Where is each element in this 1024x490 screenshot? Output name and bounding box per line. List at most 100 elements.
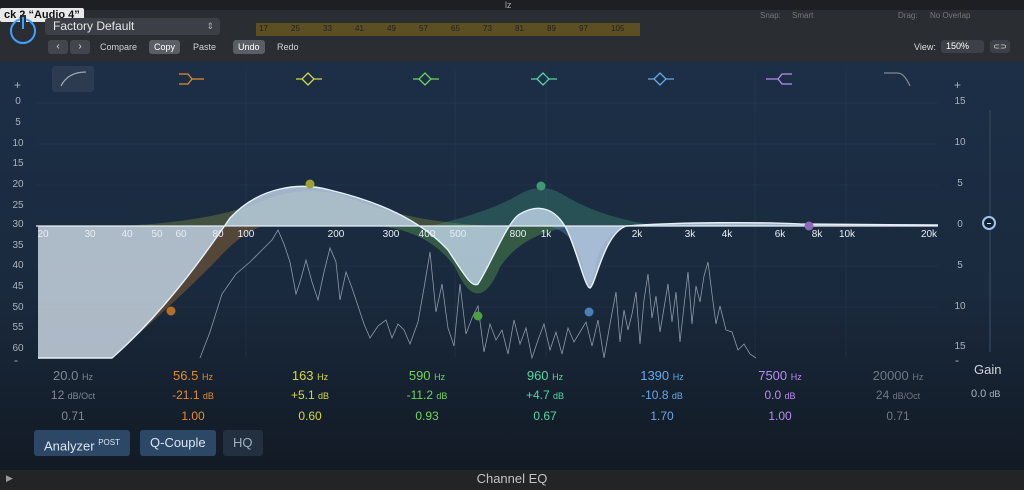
band-q[interactable]: 1.70 [650,409,673,423]
band-frequency-value: 20000 [872,368,909,383]
frequency-tick: 4k [721,229,733,240]
gain-value[interactable]: 0.0 dB [971,388,1000,400]
analyzer-post-badge: POST [98,438,120,447]
view-zoom-select[interactable]: 150% [941,40,984,53]
band-gain[interactable]: 0.0 dB [764,388,795,402]
band3-handle[interactable] [305,179,315,189]
gain-number: 0.0 [971,388,987,400]
ruler-mark: 65 [451,24,460,33]
band-gain-unit: dB [318,391,330,401]
q-couple-button[interactable]: Q-Couple [140,430,216,456]
band4-handle[interactable] [473,311,483,321]
gain-slider-track[interactable] [989,110,991,352]
band6-handle[interactable] [584,307,594,317]
undo-button[interactable]: Undo [233,40,265,54]
band-frequency[interactable]: 20.0 Hz [53,368,93,383]
snap-value[interactable]: Smart [792,11,813,20]
analyzer-label: Analyzer [44,438,95,454]
band-gain[interactable]: 12 dB/Oct [51,388,95,402]
frequency-tick: 500 [449,229,467,240]
band-gain-value: -21.1 [172,388,200,402]
band-q[interactable]: 0.93 [415,409,438,423]
band-frequency-unit: Hz [317,372,329,382]
band5-handle[interactable] [536,181,546,191]
frequency-tick: 20 [37,229,49,240]
band-frequency[interactable]: 960 Hz [527,368,563,383]
frequency-tick: 20k [920,229,938,240]
frequency-tick: 6k [774,229,786,240]
band-gain[interactable]: -11.2 dB [407,388,448,402]
ruler-mark: 17 [259,24,268,33]
band-q[interactable]: 1.00 [181,409,204,423]
ruler-mark: 97 [579,24,588,33]
channel-eq-panel: + - + - 0 5 10 15 20 25 30 35 40 45 50 55 60 15 10 5 0 5… [0,62,1024,470]
ruler-mark: 105 [611,24,625,33]
band-frequency[interactable]: 20000 Hz [873,368,924,383]
band-q[interactable]: 0.60 [298,409,321,423]
frequency-tick: 800 [509,229,527,240]
view-zoom-value: 150% [946,41,970,51]
band-frequency-value: 590 [408,368,431,383]
frequency-tick: 10k [838,229,856,240]
ruler-mark: 25 [291,24,300,33]
frequency-tick: 3k [684,229,696,240]
analyzer-button[interactable]: Analyzer POST [34,430,130,456]
band-gain[interactable]: +5.1 dB [291,388,329,402]
band-gain[interactable]: -10.8 dB [641,388,683,402]
band-frequency[interactable]: 590 Hz [409,368,445,383]
frequency-tick: 400 [418,229,436,240]
band-gain-unit: dB [553,391,565,401]
band-gain[interactable]: 24 dB/Oct [876,388,920,402]
ruler-mark: 89 [547,24,556,33]
paste-button[interactable]: Paste [188,40,221,54]
power-button[interactable] [10,17,36,44]
frequency-tick: 50 [151,229,163,240]
preset-select[interactable]: Factory Default ⇕ [45,18,220,35]
band-frequency[interactable]: 56.5 Hz [173,368,213,383]
band-q[interactable]: 0.71 [61,409,84,423]
frequency-tick: 60 [175,229,187,240]
drag-value[interactable]: No Overlap [930,11,970,20]
band-frequency[interactable]: 1390 Hz [640,368,684,383]
band-frequency-value: 20.0 [53,368,79,383]
chevron-updown-icon: ⇕ [206,21,214,31]
band-q[interactable]: 0.67 [533,409,556,423]
band-gain-unit: dB/Oct [67,391,96,401]
previous-preset-button[interactable]: ‹ [48,40,68,54]
hq-button[interactable]: HQ [223,430,263,456]
preset-value: Factory Default [53,19,135,33]
view-label: View: [914,42,936,52]
frequency-tick: 80 [212,229,224,240]
eq-graph[interactable] [0,62,1024,362]
band-q[interactable]: 0.71 [886,409,909,423]
frequency-tick: 300 [382,229,400,240]
band-gain-value: +5.1 [290,388,315,402]
compare-button[interactable]: Compare [95,40,142,54]
band-gain-value: 24 [875,388,890,402]
link-icon[interactable]: ⊂⊃ [990,40,1010,53]
copy-button[interactable]: Copy [149,40,181,54]
band-frequency[interactable]: 163 Hz [292,368,328,383]
frequency-tick: 200 [327,229,345,240]
frequency-tick: 30 [84,229,96,240]
gain-label: Gain [974,362,1002,377]
host-header: lz ck 2 “Audio 4” Factory Default ⇕ ‹ › … [0,0,1024,62]
band-frequency[interactable]: 7500 Hz [758,368,802,383]
band-gain-unit: dB [671,391,683,401]
band-frequency-value: 960 [526,368,549,383]
band2-handle[interactable] [166,306,176,316]
ruler-mark: 73 [483,24,492,33]
gain-slider-knob[interactable] [982,216,996,230]
next-preset-button[interactable]: › [70,40,90,54]
band-gain[interactable]: -21.1 dB [172,388,214,402]
band-frequency-unit: Hz [790,372,802,382]
frequency-tick: 1k [540,229,552,240]
band-gain-value: 0.0 [764,388,782,402]
redo-button[interactable]: Redo [272,40,304,54]
band-gain-value: -10.8 [641,388,669,402]
window-title-strip: lz [0,0,1024,10]
band-gain[interactable]: +4.7 dB [526,388,564,402]
band-gain-value: -11.2 [406,388,434,402]
ruler-mark: 41 [355,24,364,33]
band-q[interactable]: 1.00 [768,409,791,423]
